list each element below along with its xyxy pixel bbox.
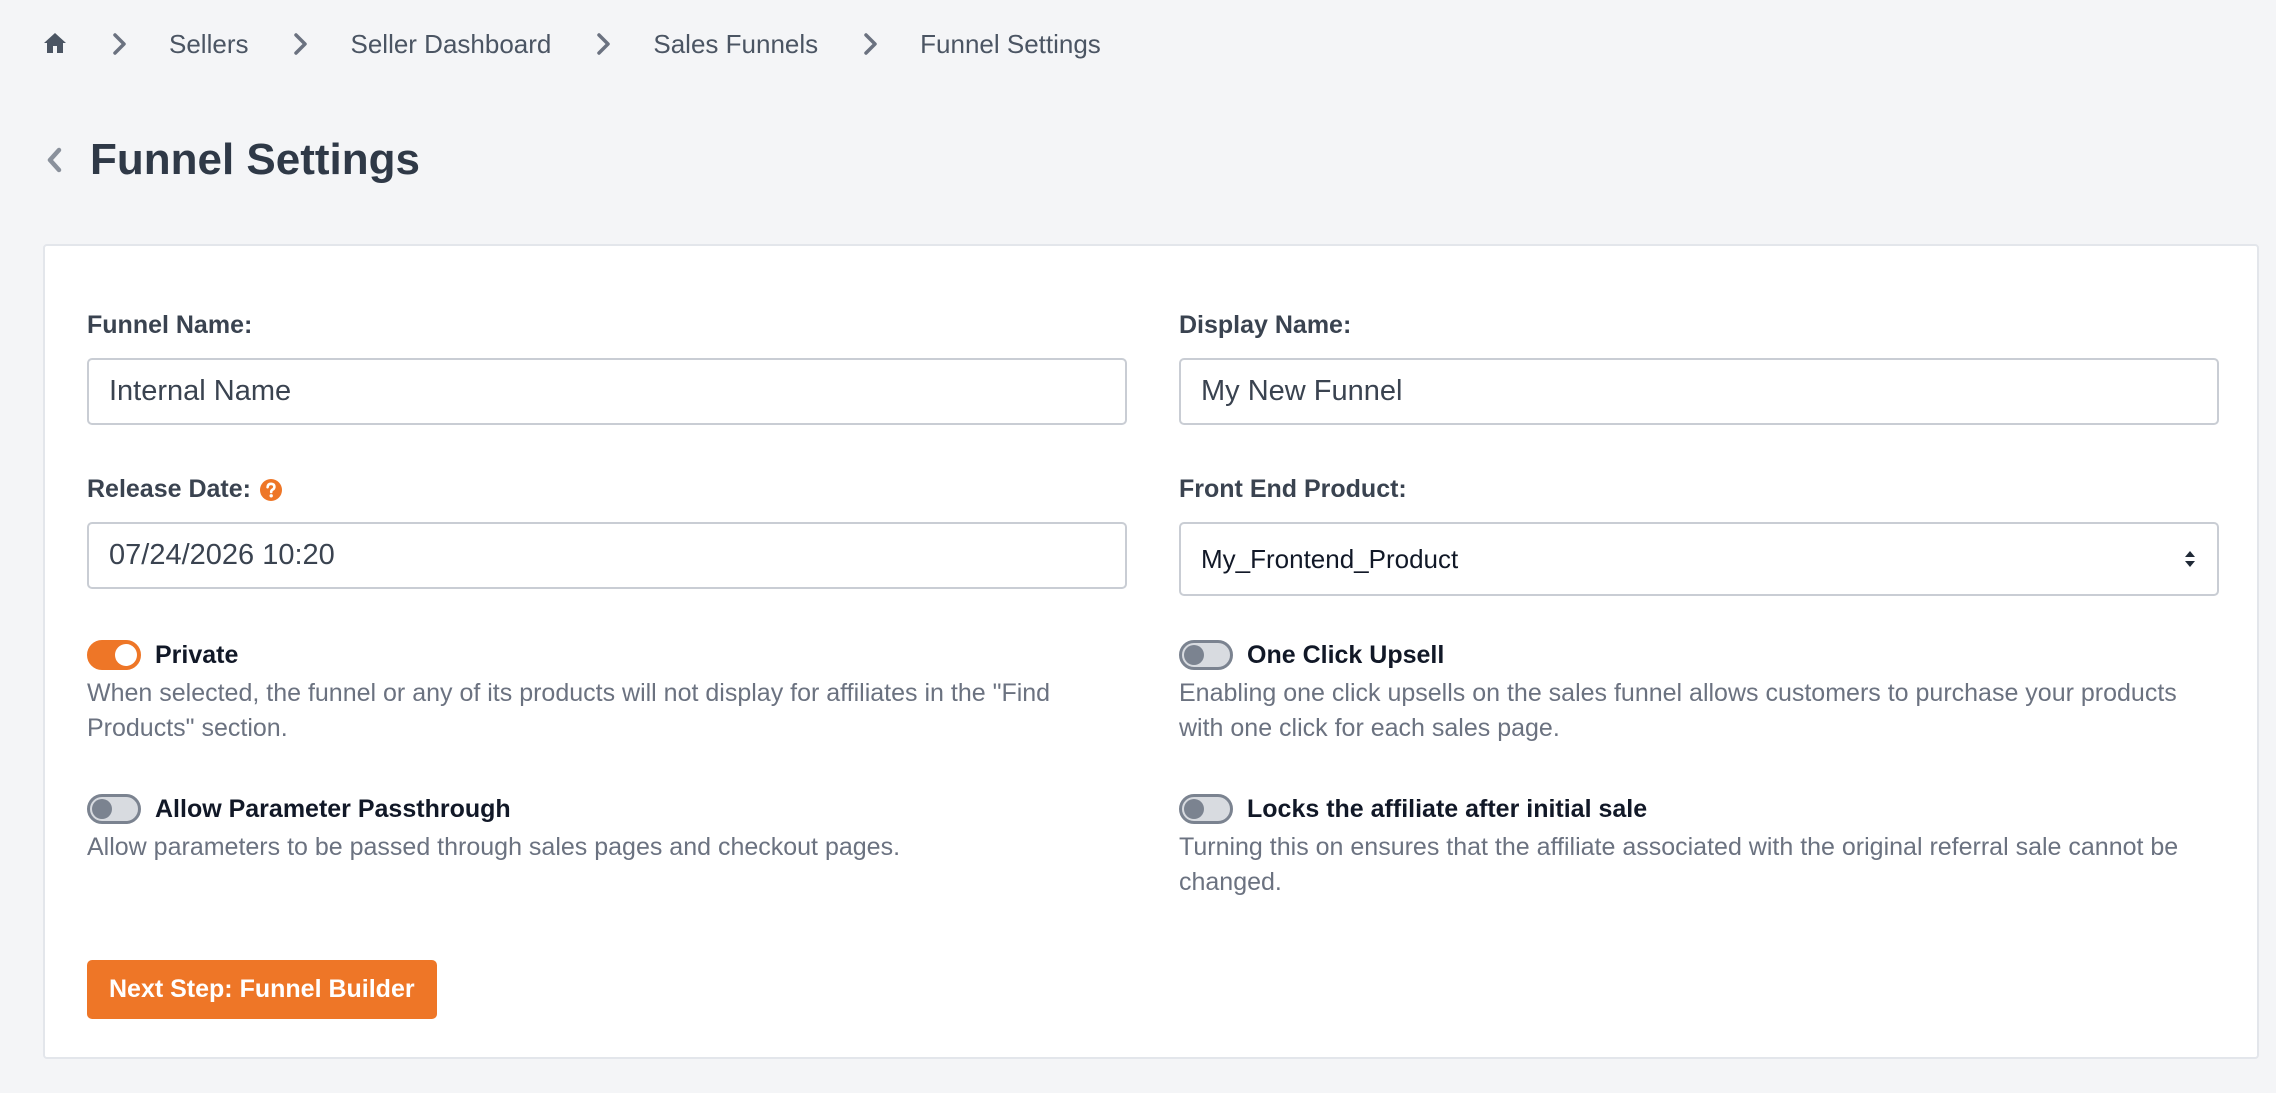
front-end-product-selected: My_Frontend_Product bbox=[1201, 543, 1459, 574]
display-name-label: Display Name: bbox=[1179, 311, 1352, 339]
lock-affiliate-toggle[interactable] bbox=[1179, 794, 1233, 824]
one-click-upsell-description: Enabling one click upsells on the sales … bbox=[1179, 679, 2177, 742]
one-click-upsell-toggle[interactable] bbox=[1179, 640, 1233, 670]
chevron-right-icon bbox=[109, 33, 129, 55]
toggle-knob bbox=[92, 799, 112, 819]
parameter-passthrough-description: Allow parameters to be passed through sa… bbox=[87, 833, 901, 861]
private-toggle[interactable] bbox=[87, 640, 141, 670]
funnel-name-label: Funnel Name: bbox=[87, 311, 253, 339]
one-click-upsell-toggle-row: One Click Upsell bbox=[1179, 640, 1444, 670]
sort-arrows-icon bbox=[2183, 548, 2197, 570]
breadcrumb: Sellers Seller Dashboard Sales Funnels F… bbox=[43, 22, 1101, 66]
breadcrumb-item-funnel-settings: Funnel Settings bbox=[920, 28, 1101, 59]
private-toggle-row: Private bbox=[87, 640, 238, 670]
toggle-knob bbox=[115, 644, 137, 666]
breadcrumb-item-sales-funnels[interactable]: Sales Funnels bbox=[653, 29, 818, 60]
chevron-right-icon bbox=[593, 33, 613, 55]
page-title: Funnel Settings bbox=[90, 135, 420, 184]
home-icon[interactable] bbox=[43, 32, 67, 56]
release-date-label-row: Release Date: bbox=[87, 475, 283, 504]
lock-affiliate-toggle-row: Locks the affiliate after initial sale bbox=[1179, 794, 1647, 824]
front-end-product-select[interactable]: My_Frontend_Product bbox=[1179, 522, 2219, 596]
one-click-upsell-label: One Click Upsell bbox=[1247, 640, 1445, 669]
toggle-knob bbox=[1184, 645, 1204, 665]
private-toggle-label: Private bbox=[155, 640, 239, 669]
question-circle-icon[interactable] bbox=[259, 478, 283, 502]
parameter-passthrough-toggle[interactable] bbox=[87, 794, 141, 824]
chevron-right-icon bbox=[860, 33, 880, 55]
release-date-label: Release Date: bbox=[87, 475, 251, 503]
lock-affiliate-description: Turning this on ensures that the affilia… bbox=[1179, 833, 2179, 896]
toggle-knob bbox=[1184, 799, 1204, 819]
private-description: When selected, the funnel or any of its … bbox=[87, 679, 1051, 742]
front-end-product-label: Front End Product: bbox=[1179, 475, 1407, 503]
breadcrumb-item-sellers[interactable]: Sellers bbox=[169, 29, 248, 60]
display-name-input[interactable] bbox=[1179, 358, 2219, 425]
funnel-settings-card: Funnel Name: Display Name: Release Date:… bbox=[43, 244, 2259, 1059]
next-step-funnel-builder-button[interactable]: Next Step: Funnel Builder bbox=[87, 960, 437, 1019]
lock-affiliate-label: Locks the affiliate after initial sale bbox=[1247, 794, 1648, 823]
chevron-left-icon[interactable] bbox=[43, 145, 65, 175]
breadcrumb-item-seller-dashboard[interactable]: Seller Dashboard bbox=[350, 29, 551, 60]
funnel-name-input[interactable] bbox=[87, 358, 1127, 425]
release-date-input[interactable] bbox=[87, 522, 1127, 589]
page-header: Funnel Settings bbox=[43, 130, 420, 190]
chevron-right-icon bbox=[290, 33, 310, 55]
parameter-passthrough-toggle-row: Allow Parameter Passthrough bbox=[87, 794, 511, 824]
parameter-passthrough-label: Allow Parameter Passthrough bbox=[155, 794, 511, 823]
